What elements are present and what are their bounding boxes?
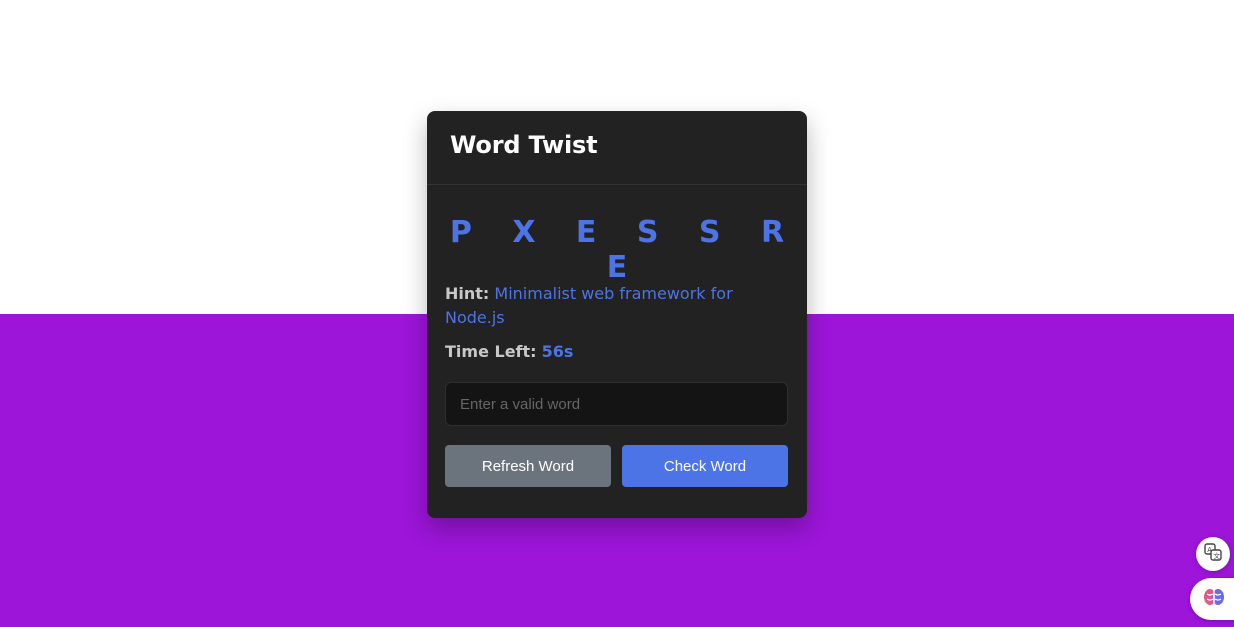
assistant-button[interactable] [1190, 578, 1234, 620]
translate-icon: A 文 [1203, 542, 1223, 566]
word-input[interactable] [445, 382, 788, 426]
app-title: Word Twist [450, 131, 598, 159]
check-word-button[interactable]: Check Word [622, 445, 788, 487]
translate-button[interactable]: A 文 [1196, 537, 1230, 571]
timer: Time Left: 56s [445, 340, 573, 364]
brain-icon [1202, 585, 1226, 613]
game-card: Word Twist P X E S S R E Hint: Minimalis… [427, 111, 807, 518]
scrambled-word: P X E S S R E [449, 215, 800, 285]
timer-label: Time Left: [445, 342, 537, 361]
hint-label: Hint: [445, 284, 490, 303]
svg-text:文: 文 [1214, 551, 1221, 560]
timer-value: 56s [541, 342, 574, 361]
refresh-word-button[interactable]: Refresh Word [445, 445, 611, 487]
hint-text: Minimalist web framework for Node.js [445, 284, 733, 327]
card-header: Word Twist [427, 111, 807, 185]
svg-text:A: A [1207, 546, 1212, 554]
hint: Hint: Minimalist web framework for Node.… [445, 282, 790, 330]
